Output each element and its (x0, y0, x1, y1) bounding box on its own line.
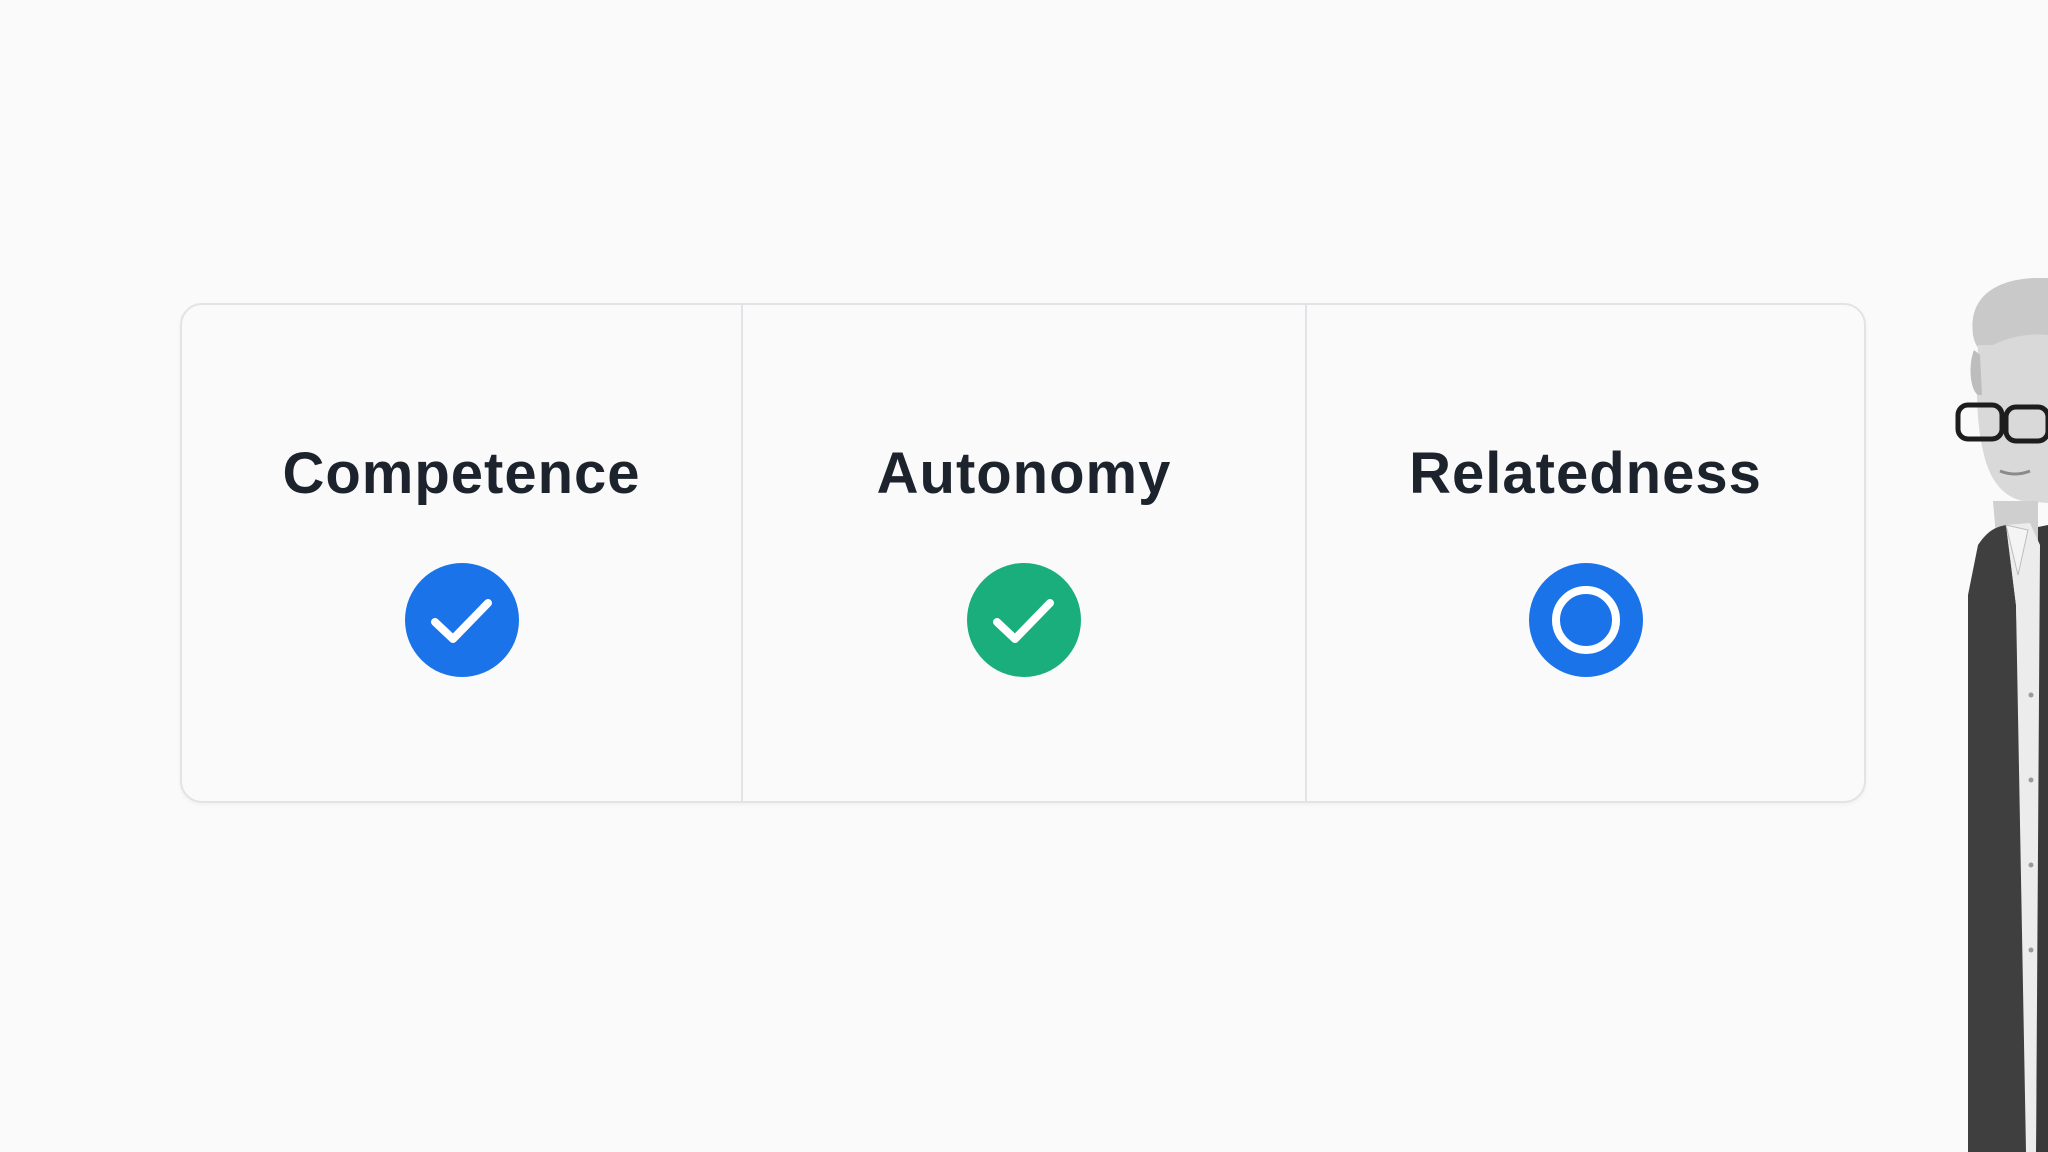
presenter-photo (1955, 278, 2048, 1152)
needs-panel: Competence Autonomy Relatedness (180, 303, 1866, 803)
ring-circle-icon (1528, 563, 1643, 677)
card-title: Relatedness (1409, 441, 1762, 506)
check-circle-icon (967, 563, 1081, 677)
check-circle-icon (404, 563, 519, 677)
card-relatedness: Relatedness (1305, 305, 1864, 801)
card-competence: Competence (182, 305, 741, 801)
card-autonomy: Autonomy (741, 305, 1305, 801)
slide-canvas: Competence Autonomy Relatedness (0, 0, 2048, 1152)
card-title: Competence (282, 441, 641, 506)
card-title: Autonomy (876, 441, 1172, 506)
